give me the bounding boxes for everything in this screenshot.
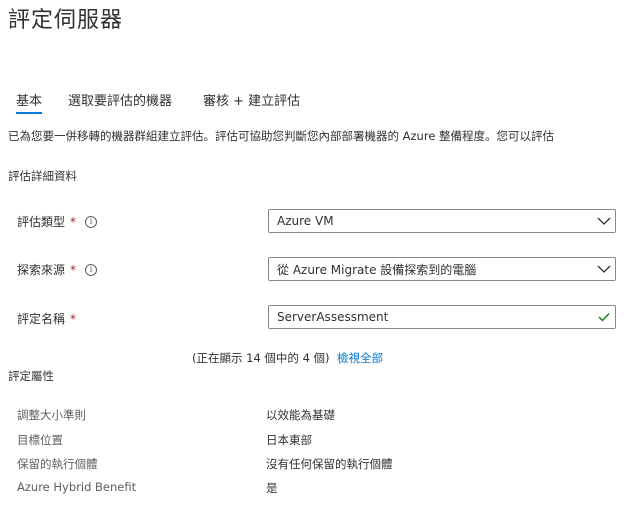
assessment-type-label-text: 評估類型 [17,215,66,229]
assessment-name-label-text: 評定名稱 [17,312,66,326]
info-icon[interactable]: i [85,263,98,276]
assessment-type-value: Azure VM [277,214,334,228]
assessment-name-value: ServerAssessment [277,310,389,324]
view-all-link[interactable]: 檢視全部 [337,350,383,366]
properties-showing-count: (正在顯示 14 個中的 4 個) [192,351,330,365]
required-asterisk: * [70,311,77,326]
tab-select-machines[interactable]: 選取要評估的機器 [68,90,172,109]
assessment-type-label: 評估類型 * i [17,213,98,230]
discovery-source-label-text: 探索來源 [17,263,66,277]
property-value-sizing: 以效能為基礎 [266,408,335,422]
discovery-source-label: 探索來源 * i [17,261,98,278]
assessment-name-label: 評定名稱 * [17,310,76,327]
page-title: 評定伺服器 [8,8,124,33]
required-asterisk: * [70,262,77,277]
info-icon[interactable]: i [85,215,98,228]
chevron-down-icon[interactable] [593,258,615,280]
property-value-location: 日本東部 [266,433,312,447]
assessment-name-input[interactable]: ServerAssessment [268,305,616,329]
tab-basics[interactable]: 基本 [16,90,43,114]
description-text: 已為您要一併移轉的機器群組建立評估。評估可協助您判斷您內部部署機器的 Azure… [8,129,555,143]
discovery-source-value: 從 Azure Migrate 設備探索到的電腦 [277,262,477,277]
properties-title: 評定屬性 [8,369,54,383]
property-value-hybrid-benefit: 是 [266,481,278,495]
discovery-source-dropdown[interactable]: 從 Azure Migrate 設備探索到的電腦 [268,257,616,281]
tab-bar: 基本 選取要評估的機器 審核 + 建立評估 [0,90,628,118]
property-label-reserved: 保留的執行個體 [17,457,98,471]
section-title-assessment-details: 評估詳細資料 [8,169,77,183]
property-label-location: 目標位置 [17,433,63,447]
property-value-reserved: 沒有任何保留的執行個體 [266,457,393,471]
tab-review-create[interactable]: 審核 + 建立評估 [203,90,300,109]
chevron-down-icon[interactable] [593,210,615,232]
property-label-sizing: 調整大小準則 [17,408,86,422]
assessment-type-dropdown[interactable]: Azure VM [268,209,616,233]
required-asterisk: * [70,214,77,229]
checkmark-icon [593,306,615,328]
property-label-hybrid-benefit: Azure Hybrid Benefit [17,480,137,494]
